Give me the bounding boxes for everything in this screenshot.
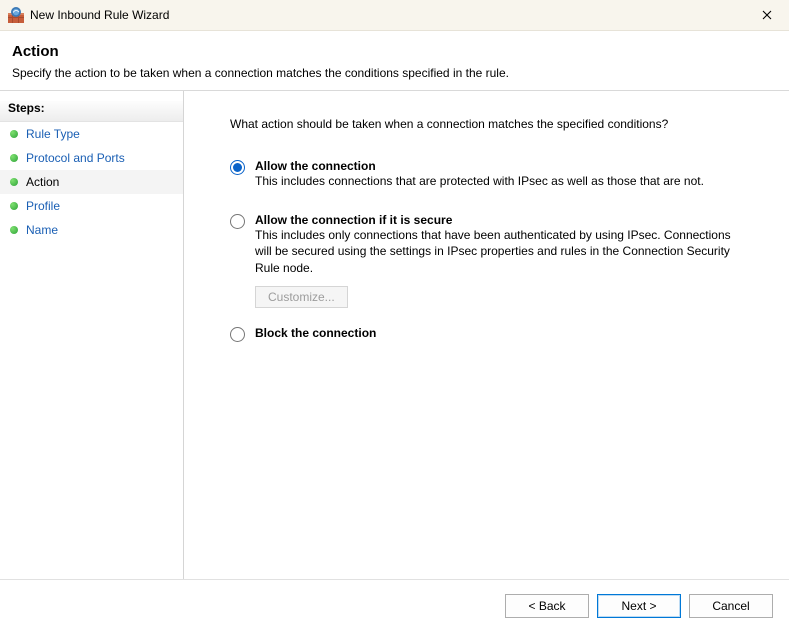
radio-block[interactable] — [230, 327, 245, 342]
titlebar: New Inbound Rule Wizard — [0, 0, 789, 31]
page-header: Action Specify the action to be taken wh… — [0, 31, 789, 91]
step-label: Profile — [26, 199, 60, 213]
step-label: Rule Type — [26, 127, 80, 141]
main-content: What action should be taken when a conne… — [184, 91, 789, 579]
option-block[interactable]: Block the connection — [230, 326, 750, 342]
close-icon — [762, 10, 772, 20]
option-title: Allow the connection — [255, 159, 376, 173]
option-allow-secure[interactable]: Allow the connection if it is secure Thi… — [230, 213, 750, 308]
step-profile[interactable]: Profile — [0, 194, 183, 218]
close-button[interactable] — [753, 5, 781, 25]
option-desc: This includes only connections that have… — [255, 227, 750, 276]
customize-button: Customize... — [255, 286, 348, 308]
option-desc: This includes connections that are prote… — [255, 173, 750, 189]
back-button[interactable]: < Back — [505, 594, 589, 618]
bullet-icon — [10, 178, 18, 186]
step-rule-type[interactable]: Rule Type — [0, 122, 183, 146]
page-subtitle: Specify the action to be taken when a co… — [12, 66, 777, 80]
option-title: Allow the connection if it is secure — [255, 213, 452, 227]
bullet-icon — [10, 130, 18, 138]
wizard-window: New Inbound Rule Wizard Action Specify t… — [0, 0, 789, 631]
wizard-footer: < Back Next > Cancel — [0, 579, 789, 631]
option-title: Block the connection — [255, 326, 376, 340]
radio-allow[interactable] — [230, 160, 245, 175]
step-label: Name — [26, 223, 58, 237]
option-body: Block the connection — [255, 326, 750, 340]
radio-allow-secure[interactable] — [230, 214, 245, 229]
bullet-icon — [10, 154, 18, 162]
firewall-icon — [8, 7, 24, 23]
cancel-button[interactable]: Cancel — [689, 594, 773, 618]
page-title: Action — [12, 43, 777, 60]
next-button[interactable]: Next > — [597, 594, 681, 618]
window-title: New Inbound Rule Wizard — [30, 8, 747, 22]
option-body: Allow the connection This includes conne… — [255, 159, 750, 195]
action-prompt: What action should be taken when a conne… — [230, 117, 761, 131]
step-label: Protocol and Ports — [26, 151, 125, 165]
step-name[interactable]: Name — [0, 218, 183, 242]
step-protocol-and-ports[interactable]: Protocol and Ports — [0, 146, 183, 170]
steps-sidebar: Steps: Rule Type Protocol and Ports Acti… — [0, 91, 184, 579]
step-label: Action — [26, 175, 59, 189]
option-body: Allow the connection if it is secure Thi… — [255, 213, 750, 308]
option-allow[interactable]: Allow the connection This includes conne… — [230, 159, 750, 195]
step-action[interactable]: Action — [0, 170, 183, 194]
bullet-icon — [10, 202, 18, 210]
bullet-icon — [10, 226, 18, 234]
steps-heading: Steps: — [0, 101, 183, 122]
wizard-body: Steps: Rule Type Protocol and Ports Acti… — [0, 91, 789, 579]
